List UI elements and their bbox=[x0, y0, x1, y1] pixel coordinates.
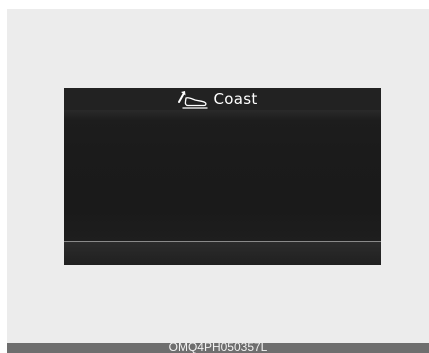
mode-label: Coast bbox=[213, 90, 258, 108]
display-body bbox=[64, 110, 381, 242]
mode-indicator: Coast bbox=[175, 88, 257, 110]
display-footer bbox=[64, 242, 381, 265]
display-header: Coast bbox=[64, 88, 381, 110]
caption-bar: OMQ4PH050357L bbox=[7, 343, 429, 353]
image-code: OMQ4PH050357L bbox=[168, 343, 268, 353]
cluster-display: Coast bbox=[64, 88, 381, 265]
coast-foot-off-pedal-icon bbox=[178, 91, 209, 109]
